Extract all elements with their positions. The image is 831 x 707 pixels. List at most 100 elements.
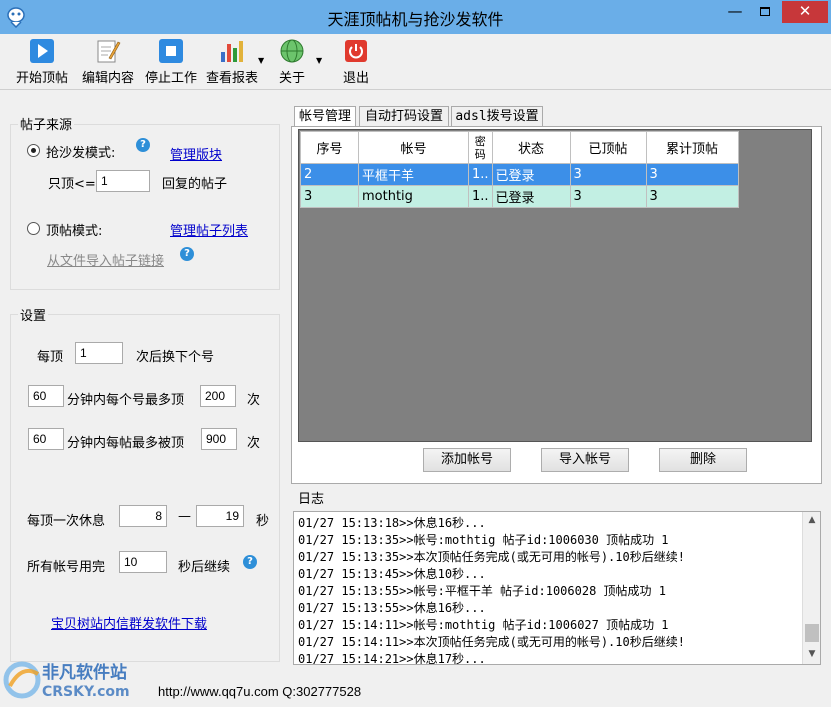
about-button[interactable]: 关于 (274, 38, 310, 86)
only-top-input[interactable]: 1 (96, 170, 150, 192)
cell-total: 3 (645, 163, 739, 186)
edit-icon (97, 40, 121, 63)
col-header-done[interactable]: 已顶帖 (569, 131, 647, 164)
per-post-max-input[interactable]: 900 (201, 428, 237, 450)
delete-account-button[interactable]: 删除 (659, 448, 747, 472)
tab-adsl-settings[interactable]: adsl拨号设置 (451, 106, 543, 128)
title-bar: 天涯顶帖机与抢沙发软件 — ✕ (0, 0, 831, 34)
cell-id: 2 (300, 163, 359, 186)
download-link[interactable]: 宝贝树站内信群发软件下载 (51, 613, 207, 632)
exit-button[interactable]: 退出 (336, 38, 376, 86)
exit-label: 退出 (342, 71, 369, 86)
log-line: 01/27 15:14:11>>本次顶帖任务完成(或无可用的帐号).10秒后继续… (298, 635, 685, 649)
source-group-title: 帖子来源 (18, 114, 75, 133)
minimize-button[interactable]: — (721, 1, 749, 23)
each-top-prefix: 每顶 (37, 350, 64, 365)
each-top-input[interactable]: 1 (75, 342, 123, 364)
log-textarea[interactable]: 01/27 15:13:18>>休息16秒... 01/27 15:13:35>… (293, 511, 821, 665)
edit-label: 编辑内容 (81, 71, 134, 86)
cell-password: 1.. (468, 185, 493, 208)
col-header-id[interactable]: 序号 (300, 131, 359, 164)
all-used-input[interactable]: 10 (119, 551, 167, 573)
log-line: 01/27 15:13:35>>本次顶帖任务完成(或无可用的帐号).10秒后继续… (298, 550, 685, 564)
report-dropdown-icon[interactable]: ▼ (258, 56, 264, 65)
log-scrollbar[interactable]: ▲ ▼ (802, 512, 820, 664)
sofa-mode-label: 抢沙发模式: (46, 146, 116, 161)
cell-total: 3 (645, 185, 739, 208)
all-used-label: 所有帐号用完 (27, 560, 106, 575)
maximize-icon (760, 7, 770, 16)
stop-label: 停止工作 (144, 71, 197, 86)
scroll-thumb[interactable] (805, 624, 819, 642)
col-header-status[interactable]: 状态 (491, 131, 571, 164)
cell-status: 已登录 (491, 185, 571, 208)
per-account-minutes-input[interactable]: 60 (28, 385, 64, 407)
tab-captcha-settings[interactable]: 自动打码设置 (359, 106, 449, 128)
cell-done: 3 (569, 185, 647, 208)
table-row[interactable]: 3 mothtig 1.. 已登录 3 3 (300, 185, 739, 208)
only-top-prefix: 只顶<= (48, 177, 96, 192)
times-label: 次 (247, 393, 261, 408)
per-post-minutes-input[interactable]: 60 (28, 428, 64, 450)
sofa-mode-radio[interactable] (27, 144, 40, 157)
play-icon (30, 39, 54, 63)
col-header-total[interactable]: 累计顶帖 (645, 131, 739, 164)
watermark-logo: 非凡软件站 CRSKY.com (3, 661, 130, 700)
log-line: 01/27 15:13:35>>帐号:mothtig 帖子id:1006030 … (298, 533, 669, 547)
power-icon (345, 40, 367, 62)
rest-min-input[interactable]: 8 (119, 505, 167, 527)
per-account-max-input[interactable]: 200 (200, 385, 236, 407)
report-label: 查看报表 (205, 71, 258, 86)
report-button[interactable]: 查看报表 (203, 38, 261, 86)
help-icon[interactable]: ? (180, 247, 194, 261)
rest-dash: — (178, 509, 191, 524)
table-header-row: 序号 帐号 密码 状态 已顶帖 累计顶帖 (300, 131, 739, 164)
log-line: 01/27 15:13:18>>休息16秒... (298, 516, 486, 530)
about-label: 关于 (278, 71, 305, 86)
col-header-password[interactable]: 密码 (468, 131, 493, 164)
help-icon[interactable]: ? (136, 138, 150, 152)
add-account-button[interactable]: 添加帐号 (423, 448, 511, 472)
top-mode-label: 顶帖模式: (46, 224, 103, 239)
import-account-button[interactable]: 导入帐号 (541, 448, 629, 472)
continue-label: 秒后继续 (178, 560, 231, 575)
cell-account: 平框干羊 (358, 163, 469, 186)
times-label: 次 (247, 436, 261, 451)
settings-group (10, 314, 280, 662)
cell-status: 已登录 (491, 163, 571, 186)
log-title: 日志 (298, 492, 325, 507)
rest-max-input[interactable]: 19 (196, 505, 244, 527)
close-button[interactable]: ✕ (782, 1, 828, 23)
table-row[interactable]: 2 平框干羊 1.. 已登录 3 3 (300, 163, 739, 186)
log-line: 01/27 15:13:55>>帐号:平框干羊 帖子id:1006028 顶帖成… (298, 584, 666, 598)
about-dropdown-icon[interactable]: ▼ (316, 56, 322, 65)
log-line: 01/27 15:13:55>>休息16秒... (298, 601, 486, 615)
account-table: 序号 帐号 密码 状态 已顶帖 累计顶帖 2 平框干羊 1.. 已登录 3 3 … (300, 131, 739, 208)
watermark-line1: 非凡软件站 (42, 662, 127, 683)
status-text: http://www.qq7u.com Q:302777528 (158, 684, 362, 699)
stop-button[interactable]: 停止工作 (141, 38, 201, 86)
manage-board-link[interactable]: 管理版块 (170, 144, 222, 163)
top-mode-radio[interactable] (27, 222, 40, 235)
cell-id: 3 (300, 185, 359, 208)
settings-group-title: 设置 (18, 305, 49, 324)
scroll-down-icon[interactable]: ▼ (803, 646, 821, 663)
import-file-link[interactable]: 从文件导入帖子链接 (47, 250, 164, 269)
log-line: 01/27 15:14:21>>休息17秒... (298, 652, 486, 665)
manage-post-list-link[interactable]: 管理帖子列表 (170, 220, 248, 239)
stop-icon (159, 39, 183, 63)
maximize-button[interactable] (751, 1, 779, 23)
log-line: 01/27 15:13:45>>休息10秒... (298, 567, 486, 581)
each-top-suffix: 次后换下个号 (136, 350, 215, 365)
edit-button[interactable]: 编辑内容 (78, 38, 138, 86)
only-top-suffix: 回复的帖子 (162, 177, 228, 192)
help-icon[interactable]: ? (243, 555, 257, 569)
start-button[interactable]: 开始顶帖 (12, 38, 72, 86)
rest-label: 每顶一次休息 (27, 514, 106, 529)
bar-chart-icon (221, 41, 243, 62)
per-post-label: 分钟内每帖最多被顶 (67, 436, 185, 451)
col-header-account[interactable]: 帐号 (358, 131, 469, 164)
per-account-label: 分钟内每个号最多顶 (67, 393, 185, 408)
cell-password: 1.. (468, 163, 493, 186)
scroll-up-icon[interactable]: ▲ (803, 512, 821, 529)
